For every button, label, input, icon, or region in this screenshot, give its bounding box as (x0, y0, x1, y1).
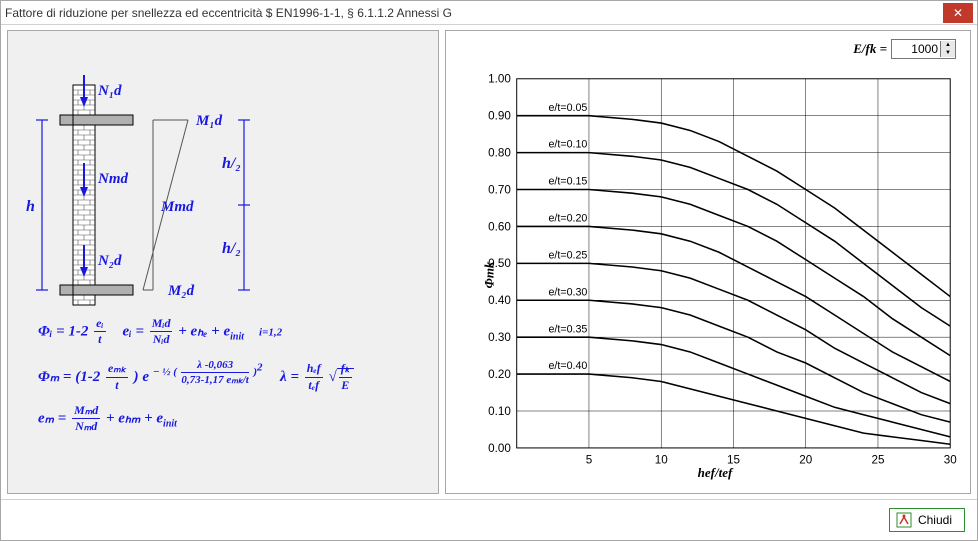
svg-text:10: 10 (655, 453, 668, 466)
chart-area: Φmk 510152025300.000.100.200.300.400.500… (472, 71, 958, 479)
reduction-factor-chart: 510152025300.000.100.200.300.400.500.600… (472, 71, 958, 479)
svg-text:0.40: 0.40 (488, 294, 511, 307)
svg-text:e/t=0.10: e/t=0.10 (549, 139, 588, 151)
spinner-down-button[interactable]: ▼ (940, 49, 955, 57)
window-close-button[interactable]: ✕ (943, 3, 973, 23)
label-M1d: M₁d (195, 113, 223, 129)
label-h2-top: h/₂ (222, 155, 241, 172)
svg-text:25: 25 (871, 453, 884, 466)
svg-text:0.30: 0.30 (488, 331, 511, 344)
svg-text:0.10: 0.10 (488, 405, 511, 418)
spinner-up-button[interactable]: ▲ (940, 41, 955, 49)
formula-block: Φᵢ = 1-2 eᵢt eᵢ = MᵢdNᵢd + eₕₑ + einit i… (38, 316, 428, 445)
close-button-label: Chiudi (918, 513, 952, 527)
label-h2-bot: h/₂ (222, 240, 241, 257)
titlebar: Fattore di riduzione per snellezza ed ec… (1, 1, 977, 25)
svg-text:0.60: 0.60 (488, 220, 511, 233)
x-axis-label: hef/tef (698, 465, 733, 481)
svg-text:e/t=0.05: e/t=0.05 (549, 102, 588, 114)
label-N1d: N₁d (97, 83, 122, 99)
y-axis-label: Φmk (481, 262, 497, 289)
formula-em: eₘ = MₘdNₘd + eₕₘ + einit (38, 403, 428, 435)
svg-text:0.80: 0.80 (488, 146, 511, 159)
svg-text:5: 5 (586, 453, 592, 466)
content-area: N₁d Nmd N₂d M₁d Mmd M₂d (1, 24, 977, 500)
formula-phi-m: Φₘ = (1-2 eₘₖt ) e − ½ ( λ -0,0630,73-1,… (38, 358, 428, 393)
svg-text:30: 30 (944, 453, 957, 466)
label-Nmd: Nmd (97, 171, 129, 187)
wall-diagram: N₁d Nmd N₂d M₁d Mmd M₂d (18, 45, 418, 315)
svg-text:0.70: 0.70 (488, 183, 511, 196)
chart-pane: E/fk = ▲ ▼ Φmk 510152025300.000.100.200.… (445, 30, 971, 494)
label-h: h (26, 198, 35, 215)
svg-text:0.20: 0.20 (488, 368, 511, 381)
svg-text:e/t=0.40: e/t=0.40 (549, 360, 588, 372)
efk-spinner[interactable]: ▲ ▼ (891, 39, 956, 59)
formula-phi-i: Φᵢ = 1-2 eᵢt eᵢ = MᵢdNᵢd + eₕₑ + einit i… (38, 316, 428, 348)
close-icon: ✕ (953, 6, 963, 20)
svg-text:e/t=0.30: e/t=0.30 (549, 286, 588, 298)
window-title: Fattore di riduzione per snellezza ed ec… (5, 6, 943, 20)
efk-label: E/fk = (853, 41, 887, 57)
dialog-footer: Chiudi (1, 499, 977, 540)
exit-icon (896, 512, 912, 528)
label-M2d: M₂d (167, 283, 195, 299)
efk-input[interactable] (892, 41, 940, 57)
efk-control: E/fk = ▲ ▼ (853, 39, 956, 59)
diagram-pane: N₁d Nmd N₂d M₁d Mmd M₂d (7, 30, 439, 494)
label-N2d: N₂d (97, 253, 122, 269)
svg-text:20: 20 (799, 453, 812, 466)
svg-text:0.90: 0.90 (488, 110, 511, 123)
svg-text:e/t=0.20: e/t=0.20 (549, 213, 588, 225)
svg-text:0.00: 0.00 (488, 442, 511, 455)
svg-text:e/t=0.15: e/t=0.15 (549, 176, 588, 188)
svg-text:e/t=0.25: e/t=0.25 (549, 249, 588, 261)
close-button[interactable]: Chiudi (889, 508, 965, 532)
label-Mmd: Mmd (160, 199, 194, 215)
svg-text:1.00: 1.00 (488, 73, 511, 86)
svg-text:e/t=0.35: e/t=0.35 (549, 323, 588, 335)
dialog-window: Fattore di riduzione per snellezza ed ec… (0, 0, 978, 541)
